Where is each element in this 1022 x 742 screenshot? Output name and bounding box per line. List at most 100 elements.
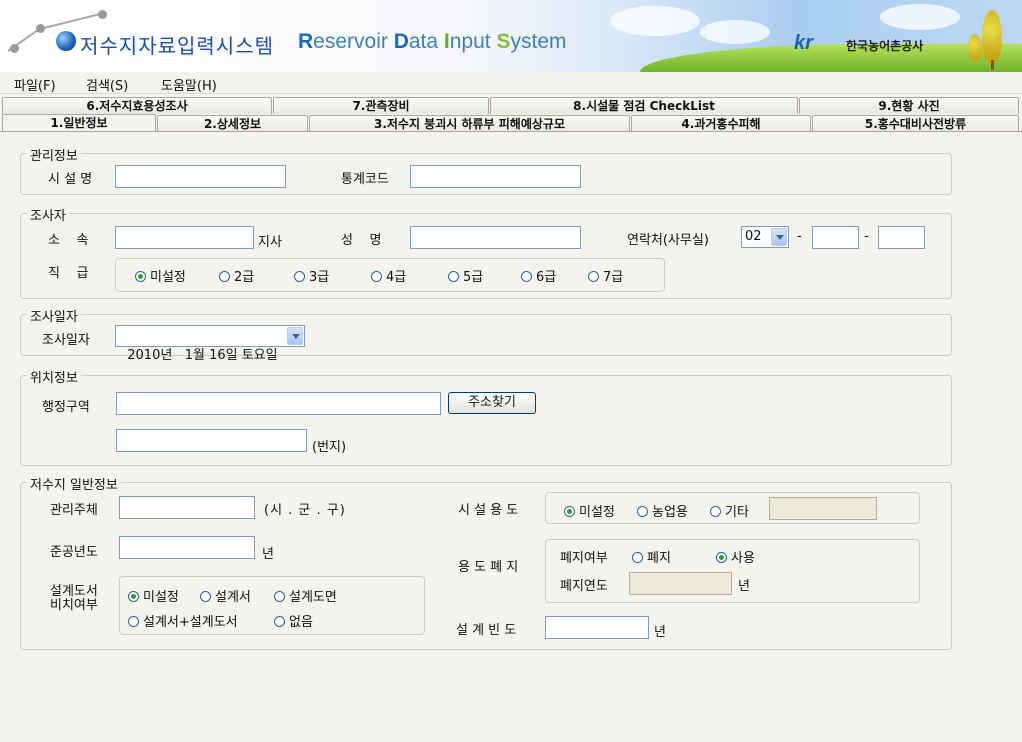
find-address-button[interactable]: 주소찾기 (448, 392, 536, 414)
menu-help[interactable]: 도움말(H) (161, 75, 217, 94)
management-info-legend: 관리정보 (27, 145, 81, 164)
affiliation-input[interactable] (115, 226, 254, 249)
tab-observation-equipment[interactable]: 7.관측장비 (273, 97, 489, 114)
manager-input[interactable] (119, 496, 255, 519)
decoration-line (39, 13, 101, 30)
usage-radio-agri[interactable]: 농업용 (637, 501, 688, 520)
manager-suffix: (시 . 군 . 구) (264, 503, 346, 518)
radio-label: 기타 (725, 505, 749, 520)
radio-label: 설계서+설계도서 (143, 615, 238, 630)
survey-date-label: 조사일자 (42, 333, 90, 348)
lot-number-input[interactable] (116, 429, 307, 452)
admin-district-label: 행정구역 (42, 400, 90, 415)
tab-detail-info[interactable]: 2.상세정보 (157, 115, 308, 132)
radio-icon (448, 271, 459, 282)
app-title-english: Reservoir Data Input System (298, 30, 567, 54)
radio-label: 없음 (289, 615, 313, 630)
manager-label: 관리주체 (50, 503, 98, 518)
title-word: eservoir (313, 30, 394, 53)
cloud-decoration (880, 4, 960, 30)
rank-radio-unset[interactable]: 미설정 (135, 266, 186, 285)
decoration-dot (10, 44, 19, 53)
design-doc-radio-drawing[interactable]: 설계도면 (274, 586, 337, 605)
admin-district-input[interactable] (116, 392, 441, 415)
facility-name-label: 시 설 명 (48, 172, 93, 187)
abolish-year-suffix: 년 (738, 579, 750, 594)
design-doc-radio-spec[interactable]: 설계서 (200, 586, 251, 605)
phone-mid-input[interactable] (812, 226, 859, 249)
usage-radio-unset[interactable]: 미설정 (564, 501, 615, 520)
menu-bar: 파일(F) 검색(S) 도움말(H) (0, 72, 1022, 94)
rank-radio-7[interactable]: 7급 (588, 266, 623, 285)
usage-other-input[interactable] (769, 497, 877, 520)
tab-past-flood-damage[interactable]: 4.과거홍수피해 (631, 115, 811, 132)
name-input[interactable] (410, 226, 581, 249)
design-frequency-input[interactable] (545, 616, 649, 639)
phone-last-input[interactable] (878, 226, 925, 249)
radio-icon (294, 271, 305, 282)
radio-selected-icon (564, 506, 575, 517)
title-word: nput (449, 30, 497, 53)
globe-logo-icon (56, 31, 76, 51)
design-doc-radio-both[interactable]: 설계서+설계도서 (128, 611, 238, 630)
radio-label: 2급 (234, 270, 255, 285)
abolish-radio-in-use[interactable]: 사용 (716, 547, 755, 566)
title-letter: D (393, 30, 409, 53)
contact-label: 연락처(사무실) (627, 233, 709, 248)
radio-icon (200, 591, 211, 602)
radio-label: 6급 (536, 270, 557, 285)
grass-decoration (640, 44, 1022, 72)
rank-radio-6[interactable]: 6급 (521, 266, 556, 285)
rank-radio-4[interactable]: 4급 (371, 266, 406, 285)
usage-radio-other[interactable]: 기타 (710, 501, 749, 520)
tab-general-info[interactable]: 1.일반정보 (2, 114, 156, 132)
radio-icon (637, 506, 648, 517)
location-group: 위치정보 (20, 367, 952, 466)
radio-label: 폐지 (647, 551, 671, 566)
location-legend: 위치정보 (27, 367, 81, 386)
radio-label: 농업용 (652, 505, 688, 520)
area-code-select[interactable]: 02 (741, 226, 789, 248)
design-doc-radio-none[interactable]: 없음 (274, 611, 313, 630)
radio-icon (710, 506, 721, 517)
completion-year-suffix: 년 (262, 547, 274, 562)
stat-code-input[interactable] (410, 165, 581, 188)
design-doc-label-2: 비치여부 (50, 598, 98, 613)
tab-collapse-damage[interactable]: 3.저수지 붕괴시 하류부 피해예상규모 (309, 115, 630, 132)
survey-date-picker[interactable]: 2010년 1월 16일 토요일 (115, 325, 305, 363)
radio-icon (274, 616, 285, 627)
chevron-down-icon[interactable] (771, 228, 787, 246)
survey-date-value: 2010년 1월 16일 토요일 (127, 348, 278, 363)
abolish-radio-abolished[interactable]: 폐지 (632, 547, 671, 566)
tab-flood-release[interactable]: 5.홍수대비사전방류 (812, 115, 1019, 132)
stat-code-label: 통계코드 (341, 172, 389, 187)
rank-radio-2[interactable]: 2급 (219, 266, 254, 285)
affiliation-label: 소 속 (48, 233, 89, 248)
menu-search[interactable]: 검색(S) (86, 75, 128, 94)
design-frequency-suffix: 년 (654, 625, 666, 640)
radio-icon (588, 271, 599, 282)
radio-label: 5급 (463, 270, 484, 285)
design-doc-radio-unset[interactable]: 미설정 (128, 586, 179, 605)
tab-status-photos[interactable]: 9.현황 사진 (799, 97, 1019, 114)
survey-date-legend: 조사일자 (27, 306, 81, 325)
cloud-decoration (610, 6, 700, 36)
tree-trunk-decoration (991, 60, 994, 70)
abolish-year-input[interactable] (629, 572, 732, 595)
rank-label: 직 급 (48, 266, 89, 281)
completion-year-input[interactable] (119, 536, 255, 559)
radio-icon (128, 616, 139, 627)
radio-icon (371, 271, 382, 282)
tab-facility-checklist[interactable]: 8.시설물 점검 CheckList (490, 97, 798, 114)
menu-file[interactable]: 파일(F) (14, 75, 56, 94)
decoration-dot (36, 24, 45, 33)
chevron-down-icon[interactable] (287, 327, 303, 345)
radio-label: 미설정 (579, 505, 615, 520)
radio-icon (219, 271, 230, 282)
app-banner: 저수지자료입력시스템 Reservoir Data Input System k… (0, 0, 1022, 72)
radio-selected-icon (135, 271, 146, 282)
tab-reservoir-utility[interactable]: 6.저수지효용성조사 (2, 97, 272, 114)
rank-radio-3[interactable]: 3급 (294, 266, 329, 285)
rank-radio-5[interactable]: 5급 (448, 266, 483, 285)
facility-name-input[interactable] (115, 165, 286, 188)
